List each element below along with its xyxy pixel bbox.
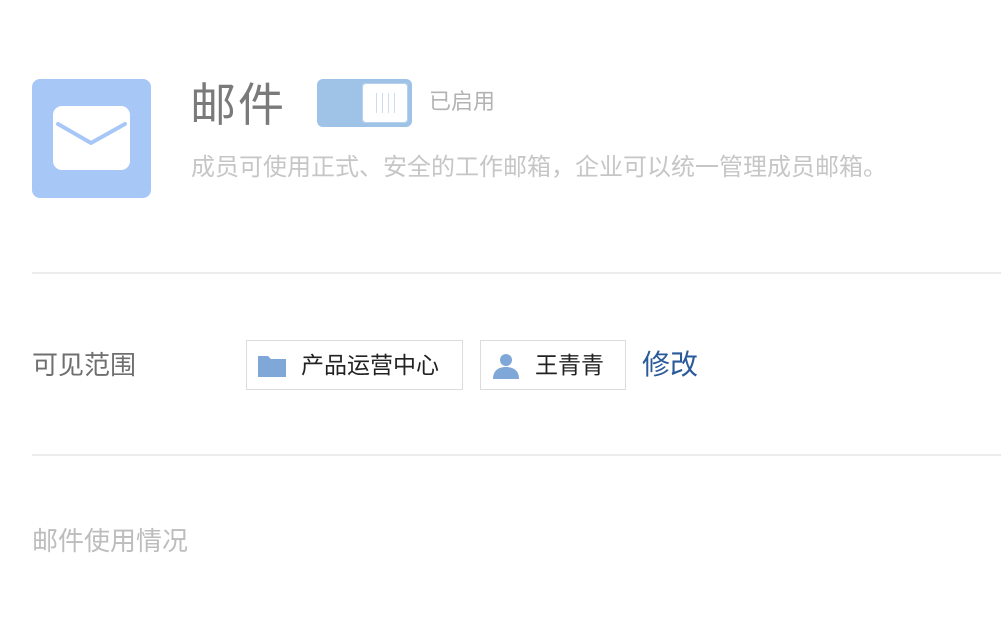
usage-section-title: 邮件使用情况	[32, 527, 189, 557]
grip-line	[388, 93, 389, 113]
grip-line	[382, 93, 383, 113]
grip-line	[376, 93, 377, 113]
visibility-label: 可见范围	[32, 351, 137, 381]
mail-app-icon	[32, 79, 151, 198]
mail-icon	[53, 106, 130, 170]
enable-toggle[interactable]	[317, 79, 412, 127]
toggle-knob[interactable]	[362, 83, 408, 123]
edit-visibility-link[interactable]: 修改	[642, 347, 698, 383]
grip-line	[394, 93, 395, 113]
app-description: 成员可使用正式、安全的工作邮箱，企业可以统一管理成员邮箱。	[191, 153, 887, 181]
divider	[32, 272, 1001, 274]
user-name: 王青青	[535, 353, 604, 379]
folder-icon	[258, 356, 286, 377]
visibility-chip-department[interactable]: 产品运营中心	[246, 340, 463, 390]
department-name: 产品运营中心	[301, 353, 439, 379]
toggle-status-text: 已启用	[429, 90, 496, 115]
visibility-chip-user[interactable]: 王青青	[480, 340, 626, 390]
user-icon	[493, 354, 519, 379]
app-detail-page: 邮件 已启用 成员可使用正式、安全的工作邮箱，企业可以统一管理成员邮箱。 可见范…	[0, 0, 1001, 639]
app-title: 邮件	[190, 78, 286, 132]
divider	[32, 454, 1001, 456]
